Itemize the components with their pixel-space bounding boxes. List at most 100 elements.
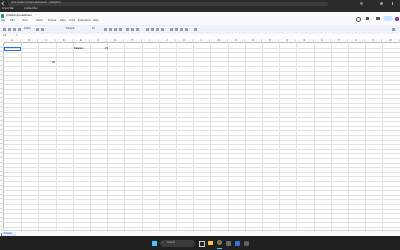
rotate-icon[interactable] xyxy=(161,27,164,31)
cell-f3[interactable]: 23 xyxy=(105,47,108,51)
column-header[interactable]: A xyxy=(4,39,22,43)
column-header[interactable]: K xyxy=(176,39,194,43)
column-header[interactable]: D xyxy=(55,39,73,43)
app-icon[interactable] xyxy=(235,240,240,246)
font-size-field[interactable]: 10 xyxy=(92,27,95,31)
grid-line xyxy=(4,139,400,141)
column-header[interactable]: E xyxy=(72,39,90,43)
grid-line xyxy=(4,204,400,205)
menu-item-tools[interactable]: Tools xyxy=(69,19,75,23)
chrome-icon[interactable] xyxy=(217,240,222,245)
back-icon[interactable] xyxy=(1,1,6,6)
meet-icon[interactable] xyxy=(376,17,380,20)
print-icon[interactable] xyxy=(13,27,16,31)
collapse-icon[interactable] xyxy=(392,27,395,31)
menu-item-view[interactable]: View xyxy=(22,19,28,23)
grid-line xyxy=(4,79,400,81)
percent-icon[interactable] xyxy=(41,27,44,31)
column-header[interactable]: W xyxy=(382,39,400,43)
app-icon[interactable] xyxy=(226,240,231,246)
extensions-icon[interactable] xyxy=(360,2,363,5)
column-header[interactable]: I xyxy=(141,39,159,43)
borders-icon[interactable] xyxy=(131,27,134,31)
history-icon[interactable] xyxy=(356,17,361,22)
comment-icon[interactable] xyxy=(175,27,178,31)
menu-item-edit[interactable]: Edit xyxy=(10,19,14,23)
grid-line xyxy=(4,217,400,219)
filter-icon[interactable] xyxy=(185,27,188,31)
grid-line xyxy=(4,125,400,127)
italic-icon[interactable] xyxy=(109,27,112,31)
menu-item-insert[interactable]: Insert xyxy=(36,19,43,23)
valign-icon[interactable] xyxy=(151,27,154,31)
grid-line xyxy=(4,75,400,77)
column-header[interactable]: B xyxy=(21,39,39,43)
spreadsheet-grid[interactable]: ABCDEFGHIJKLMNOPQRSTUVW Salaries 23 29 xyxy=(0,39,400,230)
profile-icon[interactable] xyxy=(380,2,383,5)
grid-line xyxy=(4,199,400,201)
menu-item-data[interactable]: Data xyxy=(60,19,65,23)
column-header[interactable]: Q xyxy=(279,39,297,43)
font-select[interactable]: Default.. xyxy=(66,27,76,31)
bold-icon[interactable] xyxy=(104,27,107,31)
grid-line xyxy=(4,213,400,215)
column-header[interactable]: P xyxy=(262,39,280,43)
align-icon[interactable] xyxy=(146,27,149,31)
start-icon[interactable] xyxy=(152,240,157,246)
menu-item-file[interactable]: File xyxy=(1,19,5,23)
grid-line xyxy=(4,208,400,210)
column-header[interactable]: S xyxy=(313,39,331,43)
name-box[interactable]: A1 xyxy=(3,34,6,38)
sheets-logo-icon[interactable] xyxy=(1,14,4,18)
currency-icon[interactable] xyxy=(36,27,39,31)
cell-c5[interactable]: 29 xyxy=(52,61,55,65)
strikethrough-icon[interactable] xyxy=(114,27,117,31)
share-button[interactable] xyxy=(383,16,393,21)
cell-d3[interactable]: Salaries xyxy=(74,47,83,51)
app-icon[interactable] xyxy=(244,240,249,246)
search-box[interactable]: ⌕ Search xyxy=(160,239,195,247)
wrap-icon[interactable] xyxy=(156,27,159,31)
grid-line xyxy=(4,107,400,109)
system-tray[interactable] xyxy=(372,241,394,246)
column-header[interactable]: T xyxy=(330,39,348,43)
bookmark-item[interactable]: Untitled Bar xyxy=(24,7,38,11)
column-header[interactable]: J xyxy=(158,39,176,43)
chart-icon[interactable] xyxy=(180,27,183,31)
column-header[interactable]: N xyxy=(227,39,245,43)
url-field[interactable]: docs.google.com/spreadsheets/d/.../edit#… xyxy=(8,1,328,6)
merge-icon[interactable] xyxy=(136,27,139,31)
zoom-select[interactable]: 100% xyxy=(24,27,31,31)
grid-line xyxy=(4,148,400,150)
grid-line xyxy=(4,227,400,228)
file-explorer-icon[interactable] xyxy=(208,240,213,245)
document-title[interactable]: Untitled spreadsheet xyxy=(6,14,32,17)
comments-icon[interactable] xyxy=(366,17,369,20)
bookmark-item[interactable]: Import Bar xyxy=(2,7,14,11)
menu-item-extensions[interactable]: Extensions xyxy=(78,19,91,23)
functions-icon[interactable] xyxy=(194,27,197,31)
undo-icon[interactable] xyxy=(3,27,6,31)
column-header[interactable]: L xyxy=(193,39,211,43)
column-header[interactable]: V xyxy=(365,39,383,43)
column-header[interactable]: R xyxy=(296,39,314,43)
column-header[interactable]: H xyxy=(124,39,142,43)
fill-color-icon[interactable] xyxy=(126,27,129,31)
fill-handle[interactable] xyxy=(19,50,21,52)
column-header[interactable]: F xyxy=(90,39,108,43)
menu-item-help[interactable]: Help xyxy=(93,19,98,23)
column-header[interactable]: C xyxy=(38,39,56,43)
avatar[interactable] xyxy=(395,16,399,21)
selected-cell-a1[interactable] xyxy=(4,47,21,51)
column-header[interactable]: O xyxy=(244,39,262,43)
paint-format-icon[interactable] xyxy=(18,27,21,31)
column-header[interactable]: G xyxy=(107,39,125,43)
column-header[interactable]: M xyxy=(210,39,228,43)
redo-icon[interactable] xyxy=(8,27,11,31)
link-icon[interactable] xyxy=(170,27,173,31)
menu-item-format[interactable]: Format xyxy=(48,19,56,23)
text-color-icon[interactable] xyxy=(119,27,122,31)
task-view-icon[interactable] xyxy=(199,240,205,247)
column-header[interactable]: U xyxy=(348,39,366,43)
browser-menu-icon[interactable] xyxy=(392,2,393,5)
